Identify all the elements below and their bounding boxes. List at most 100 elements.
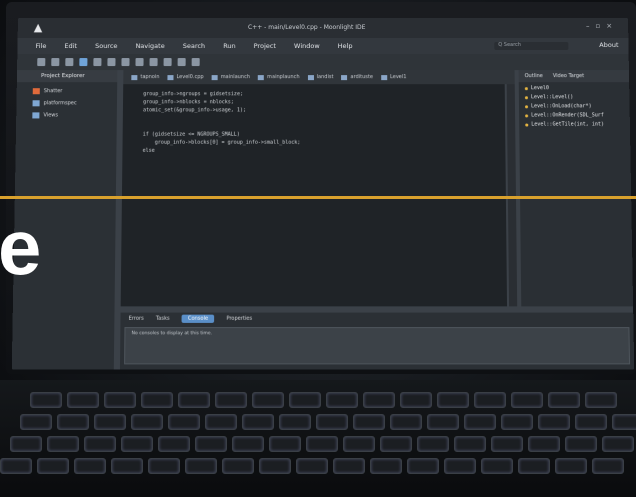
key xyxy=(20,414,52,430)
key xyxy=(444,458,476,474)
menu-run[interactable]: Run xyxy=(223,42,236,50)
key xyxy=(0,458,32,474)
key xyxy=(548,392,580,408)
tree-item-label: platformspec xyxy=(43,100,77,107)
tree-item-views[interactable]: Views xyxy=(32,112,117,119)
debug-icon[interactable] xyxy=(93,58,102,67)
comment-icon[interactable] xyxy=(191,58,200,67)
save-all-icon[interactable] xyxy=(65,58,74,67)
menu-project[interactable]: Project xyxy=(254,42,276,50)
hierarchy-icon[interactable] xyxy=(121,58,130,67)
key xyxy=(528,436,560,452)
outline-item[interactable]: Level0 xyxy=(524,85,630,91)
tab-label: mainlaunch xyxy=(220,74,251,81)
key xyxy=(279,414,311,430)
code-line: group_info->nblocks = nblocks; xyxy=(143,99,234,106)
outline-item[interactable]: Level::OnLoad(char*) xyxy=(525,103,630,109)
tab-label: landist xyxy=(316,74,334,81)
tab-tasks[interactable]: Tasks xyxy=(156,316,170,322)
terminal-icon[interactable] xyxy=(149,58,158,67)
outline-item[interactable]: Level::OnRender(SDL_Surf xyxy=(525,112,630,118)
tab-video-target[interactable]: Video Target xyxy=(553,73,584,79)
folder-icon[interactable] xyxy=(163,58,172,67)
key xyxy=(242,414,274,430)
key xyxy=(481,458,513,474)
outline-item[interactable]: Level::GetTile(int, int) xyxy=(525,121,630,128)
bottom-panel: Errors Tasks Console Properties No conso… xyxy=(119,312,635,370)
tab-0[interactable]: tapnoin xyxy=(131,74,159,80)
key xyxy=(222,458,254,474)
menu-help[interactable]: Help xyxy=(338,42,353,50)
tab-errors[interactable]: Errors xyxy=(129,316,144,322)
key xyxy=(437,392,469,408)
overlay-letter: e xyxy=(0,203,42,291)
member-icon xyxy=(524,86,528,90)
file-icon xyxy=(167,74,174,80)
tab-6[interactable]: Level1 xyxy=(380,74,406,80)
menu-window[interactable]: Window xyxy=(294,42,320,50)
key xyxy=(343,436,375,452)
key xyxy=(555,458,587,474)
tab-console[interactable]: Console xyxy=(181,314,215,323)
menu-edit[interactable]: Edit xyxy=(64,42,77,50)
key xyxy=(205,414,237,430)
run-icon[interactable] xyxy=(107,58,116,67)
member-icon xyxy=(525,104,529,108)
code-line: group_info->ngroups = gidsetsize; xyxy=(143,91,244,98)
tab-outline[interactable]: Outline xyxy=(525,73,543,79)
editor-tabs: tapnoin Level0.cpp mainlaunch mainplaunc… xyxy=(123,70,515,85)
tree-item-shatter[interactable]: Shatter xyxy=(32,88,117,95)
tree-item-platformspec[interactable]: platformspec xyxy=(32,100,118,107)
key xyxy=(333,458,365,474)
key xyxy=(185,458,217,474)
new-file-icon[interactable] xyxy=(37,58,46,67)
menu-search[interactable]: Search xyxy=(183,42,205,50)
tree-item-label: Shatter xyxy=(43,88,63,95)
search-input[interactable]: Q Search xyxy=(494,42,569,51)
outline-label: Level::Level() xyxy=(530,94,574,101)
key xyxy=(111,458,143,474)
overlay-line xyxy=(0,196,636,199)
tab-label: tapnoin xyxy=(140,74,160,81)
outline-panel: Outline Video Target Level0 Level::Level… xyxy=(518,70,634,307)
window-controls[interactable]: –▫× xyxy=(586,22,618,30)
menu-bar: File Edit Source Navigate Search Run Pro… xyxy=(17,37,629,55)
tab-2[interactable]: mainlaunch xyxy=(211,74,251,81)
file-icon xyxy=(380,74,388,80)
about-link[interactable]: About xyxy=(599,41,618,49)
photo-scene: ▲ C++ - main/Level0.cpp - Moonlight IDE … xyxy=(0,0,636,497)
tab-3[interactable]: mainplaunch xyxy=(258,74,300,80)
key xyxy=(195,436,227,452)
file-icon xyxy=(307,74,314,80)
tab-1[interactable]: Level0.cpp xyxy=(167,74,204,81)
key xyxy=(592,458,624,474)
maximize-icon[interactable]: ▫ xyxy=(595,22,606,30)
key xyxy=(74,458,106,474)
tree-item-label: Views xyxy=(43,112,59,119)
key xyxy=(252,392,284,408)
close-icon[interactable]: × xyxy=(606,22,618,30)
tab-properties[interactable]: Properties xyxy=(226,316,252,322)
key xyxy=(30,392,62,408)
save-icon[interactable] xyxy=(51,58,60,67)
tab-label: ardituste xyxy=(350,74,373,81)
settings-icon[interactable] xyxy=(135,58,144,67)
key xyxy=(518,458,550,474)
menu-file[interactable]: File xyxy=(35,42,46,50)
key xyxy=(390,414,422,430)
outline-item[interactable]: Level::Level() xyxy=(524,94,630,101)
tab-4[interactable]: landist xyxy=(307,74,334,81)
window-title: C++ - main/Level0.cpp - Moonlight IDE xyxy=(247,23,366,31)
key-row xyxy=(10,436,634,452)
build-icon[interactable] xyxy=(79,58,88,67)
tab-label: Level0.cpp xyxy=(176,74,204,81)
search-icon[interactable] xyxy=(177,58,186,67)
code-text: group_info->ngroups = gidsetsize; group_i… xyxy=(122,84,505,155)
key xyxy=(427,414,459,430)
menu-source[interactable]: Source xyxy=(95,42,117,50)
menu-navigate[interactable]: Navigate xyxy=(135,42,164,50)
code-line: else xyxy=(142,147,155,154)
key xyxy=(454,436,486,452)
key xyxy=(148,458,180,474)
tab-5[interactable]: ardituste xyxy=(341,74,373,81)
